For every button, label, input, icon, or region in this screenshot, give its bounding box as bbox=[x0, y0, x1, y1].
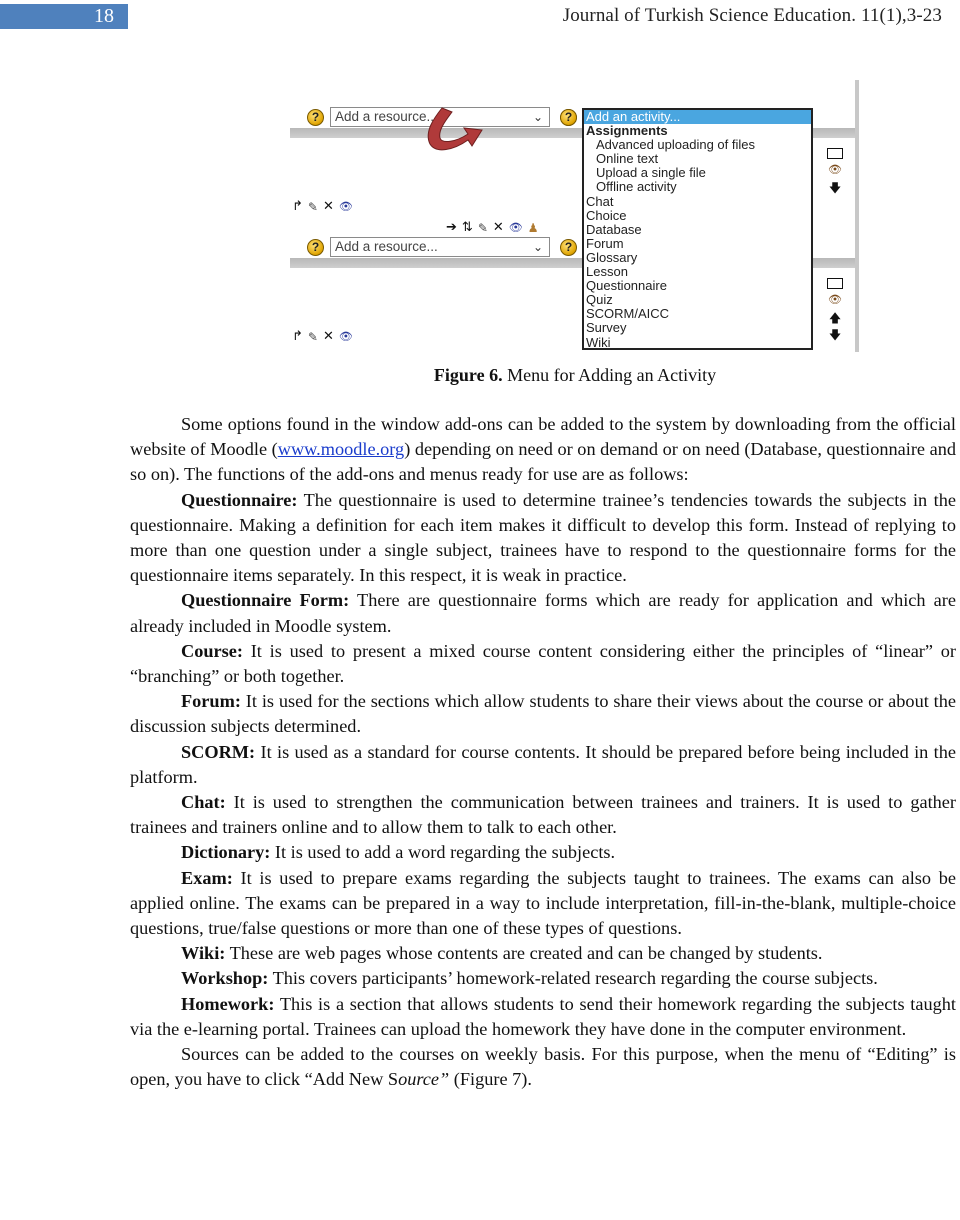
definition-text: These are web pages whose contents are c… bbox=[225, 943, 823, 964]
red-curved-arrow-icon bbox=[427, 107, 483, 151]
dropdown-option[interactable]: Upload a single file bbox=[584, 166, 811, 180]
figure-caption: Figure 6. Menu for Adding an Activity bbox=[0, 365, 960, 386]
section-visibility-eye-icon[interactable]: 👁 bbox=[825, 293, 845, 306]
activity-edit-icons: ↱ ✎ ✕ 👁 bbox=[292, 330, 353, 345]
definition-paragraph: Homework: This is a section that allows … bbox=[130, 992, 956, 1042]
dropdown-options-list: Assignments Advanced uploading of files On… bbox=[584, 123, 811, 350]
delete-icon[interactable]: ✕ bbox=[323, 200, 334, 214]
definition-text: It is used for the sections which allow … bbox=[130, 691, 956, 737]
dropdown-option[interactable]: Database bbox=[584, 222, 811, 237]
activity-edit-icons: ↱ ✎ ✕ 👁 bbox=[292, 200, 353, 215]
group-mode-person-icon[interactable]: ♟ bbox=[528, 221, 539, 235]
definition-paragraph: Dictionary: It is used to add a word reg… bbox=[130, 840, 956, 865]
add-resource-select-value: Add a resource... bbox=[335, 239, 438, 254]
page-number-bar: 18 bbox=[0, 4, 128, 29]
help-icon[interactable]: ? bbox=[560, 109, 577, 126]
move-down-arrow-icon[interactable]: 🡇 bbox=[825, 179, 845, 200]
closing-text: Sources can be added to the courses on w… bbox=[130, 1044, 956, 1090]
moodle-link[interactable]: www.moodle.org bbox=[278, 439, 404, 459]
closing-italic-text: ource” bbox=[398, 1069, 450, 1090]
dropdown-option[interactable]: Choice bbox=[584, 208, 811, 223]
dropdown-option[interactable]: Advanced uploading of files bbox=[584, 138, 811, 152]
definition-paragraph: Course: It is used to present a mixed co… bbox=[130, 639, 956, 689]
edit-icon[interactable]: ✎ bbox=[308, 330, 318, 344]
definition-text: It is used to strengthen the communicati… bbox=[130, 792, 956, 838]
definition-term: Questionnaire: bbox=[181, 489, 298, 510]
move-icon[interactable]: ↱ bbox=[292, 200, 303, 214]
chevron-down-icon: ⌄ bbox=[532, 110, 543, 124]
edit-icon[interactable]: ✎ bbox=[308, 200, 318, 214]
definition-term: Forum: bbox=[181, 691, 241, 712]
definition-text: This covers participants’ homework-relat… bbox=[268, 968, 878, 989]
delete-icon[interactable]: ✕ bbox=[323, 330, 334, 344]
indent-right-arrow-icon[interactable]: ➔ bbox=[446, 221, 457, 235]
definition-term: Dictionary: bbox=[181, 842, 271, 863]
figure-caption-text: Menu for Adding an Activity bbox=[502, 365, 717, 385]
definition-term: Workshop: bbox=[181, 968, 269, 989]
definitions-list: Questionnaire: The questionnaire is used… bbox=[130, 488, 956, 1042]
definition-text: It is used to prepare exams regarding th… bbox=[130, 867, 956, 939]
visibility-eye-icon[interactable]: 👁 bbox=[339, 200, 353, 214]
definition-text: It is used to present a mixed course con… bbox=[130, 640, 956, 687]
page-right-border bbox=[855, 80, 859, 352]
add-resource-select[interactable]: Add a resource... ⌄ bbox=[330, 237, 550, 257]
definition-term: Course: bbox=[181, 640, 243, 661]
closing-text: (Figure 7). bbox=[449, 1069, 532, 1090]
journal-running-head: Journal of Turkish Science Education. 11… bbox=[562, 5, 942, 26]
help-icon[interactable]: ? bbox=[307, 109, 324, 126]
move-icon[interactable]: ↱ bbox=[292, 330, 303, 344]
definition-term: Chat: bbox=[181, 792, 226, 813]
definition-paragraph: SCORM: It is used as a standard for cour… bbox=[130, 740, 956, 790]
help-icon[interactable]: ? bbox=[560, 239, 577, 256]
dropdown-option[interactable]: Glossary bbox=[584, 250, 811, 265]
definition-paragraph: Questionnaire: The questionnaire is used… bbox=[130, 488, 956, 589]
visibility-eye-icon[interactable]: 👁 bbox=[509, 221, 523, 235]
dropdown-option-group: Assignments bbox=[586, 123, 668, 139]
help-icon[interactable]: ? bbox=[307, 239, 324, 256]
definition-paragraph: Questionnaire Form: There are questionna… bbox=[130, 588, 956, 638]
definition-term: Wiki: bbox=[181, 943, 226, 964]
dropdown-option[interactable]: Offline activity bbox=[584, 180, 811, 194]
intro-paragraph: Some options found in the window add-ons… bbox=[130, 412, 956, 488]
add-activity-dropdown[interactable]: Add an activity... Assignments Advanced u… bbox=[582, 108, 813, 350]
dropdown-option[interactable]: Lesson bbox=[584, 264, 811, 279]
dropdown-option[interactable]: Wiki bbox=[584, 335, 811, 350]
definition-term: Questionnaire Form: bbox=[181, 590, 350, 611]
dropdown-option-selected[interactable]: Add an activity... bbox=[584, 109, 811, 125]
visibility-eye-icon[interactable]: 👁 bbox=[339, 330, 353, 344]
dropdown-option[interactable]: Forum bbox=[584, 236, 811, 251]
activity-edit-icons-extended: ➔ ⇅ ✎ ✕ 👁 ♟ bbox=[446, 221, 539, 236]
article-body: Some options found in the window add-ons… bbox=[130, 412, 956, 1092]
definition-paragraph: Workshop: This covers participants’ home… bbox=[130, 966, 956, 991]
page-number: 18 bbox=[94, 5, 114, 27]
move-down-arrow-icon[interactable]: 🡇 bbox=[825, 326, 845, 347]
definition-paragraph: Forum: It is used for the sections which… bbox=[130, 689, 956, 739]
definition-term: Homework: bbox=[181, 993, 275, 1014]
dropdown-option[interactable]: SCORM/AICC bbox=[584, 307, 811, 321]
move-updown-icon[interactable]: ⇅ bbox=[462, 221, 473, 235]
dropdown-option[interactable]: Quiz bbox=[584, 293, 811, 307]
closing-paragraph: Sources can be added to the courses on w… bbox=[130, 1042, 956, 1092]
section-visibility-eye-icon[interactable]: 👁 bbox=[825, 163, 845, 176]
chevron-down-icon: ⌄ bbox=[532, 240, 543, 254]
definition-term: SCORM: bbox=[181, 741, 256, 762]
definition-paragraph: Chat: It is used to strengthen the commu… bbox=[130, 790, 956, 840]
definition-paragraph: Wiki: These are web pages whose contents… bbox=[130, 941, 956, 966]
definition-text: It is used to add a word regarding the s… bbox=[270, 842, 616, 863]
section-highlight-box-icon[interactable] bbox=[825, 148, 845, 159]
figure-caption-label: Figure 6. bbox=[433, 365, 503, 385]
edit-icon[interactable]: ✎ bbox=[478, 221, 488, 235]
dropdown-option[interactable]: Survey bbox=[584, 321, 811, 335]
dropdown-option[interactable]: Questionnaire bbox=[584, 279, 811, 293]
definition-term: Exam: bbox=[181, 867, 233, 888]
dropdown-option[interactable]: Online text bbox=[584, 152, 811, 166]
dropdown-option[interactable]: Chat bbox=[584, 194, 811, 209]
definition-paragraph: Exam: It is used to prepare exams regard… bbox=[130, 866, 956, 942]
section-highlight-box-icon[interactable] bbox=[825, 278, 845, 289]
figure-6-screenshot: ? Add a resource... ⌄ ? ↱ ✎ ✕ 👁 ➔ ⇅ ✎ ✕ … bbox=[290, 80, 860, 355]
delete-icon[interactable]: ✕ bbox=[493, 221, 504, 235]
